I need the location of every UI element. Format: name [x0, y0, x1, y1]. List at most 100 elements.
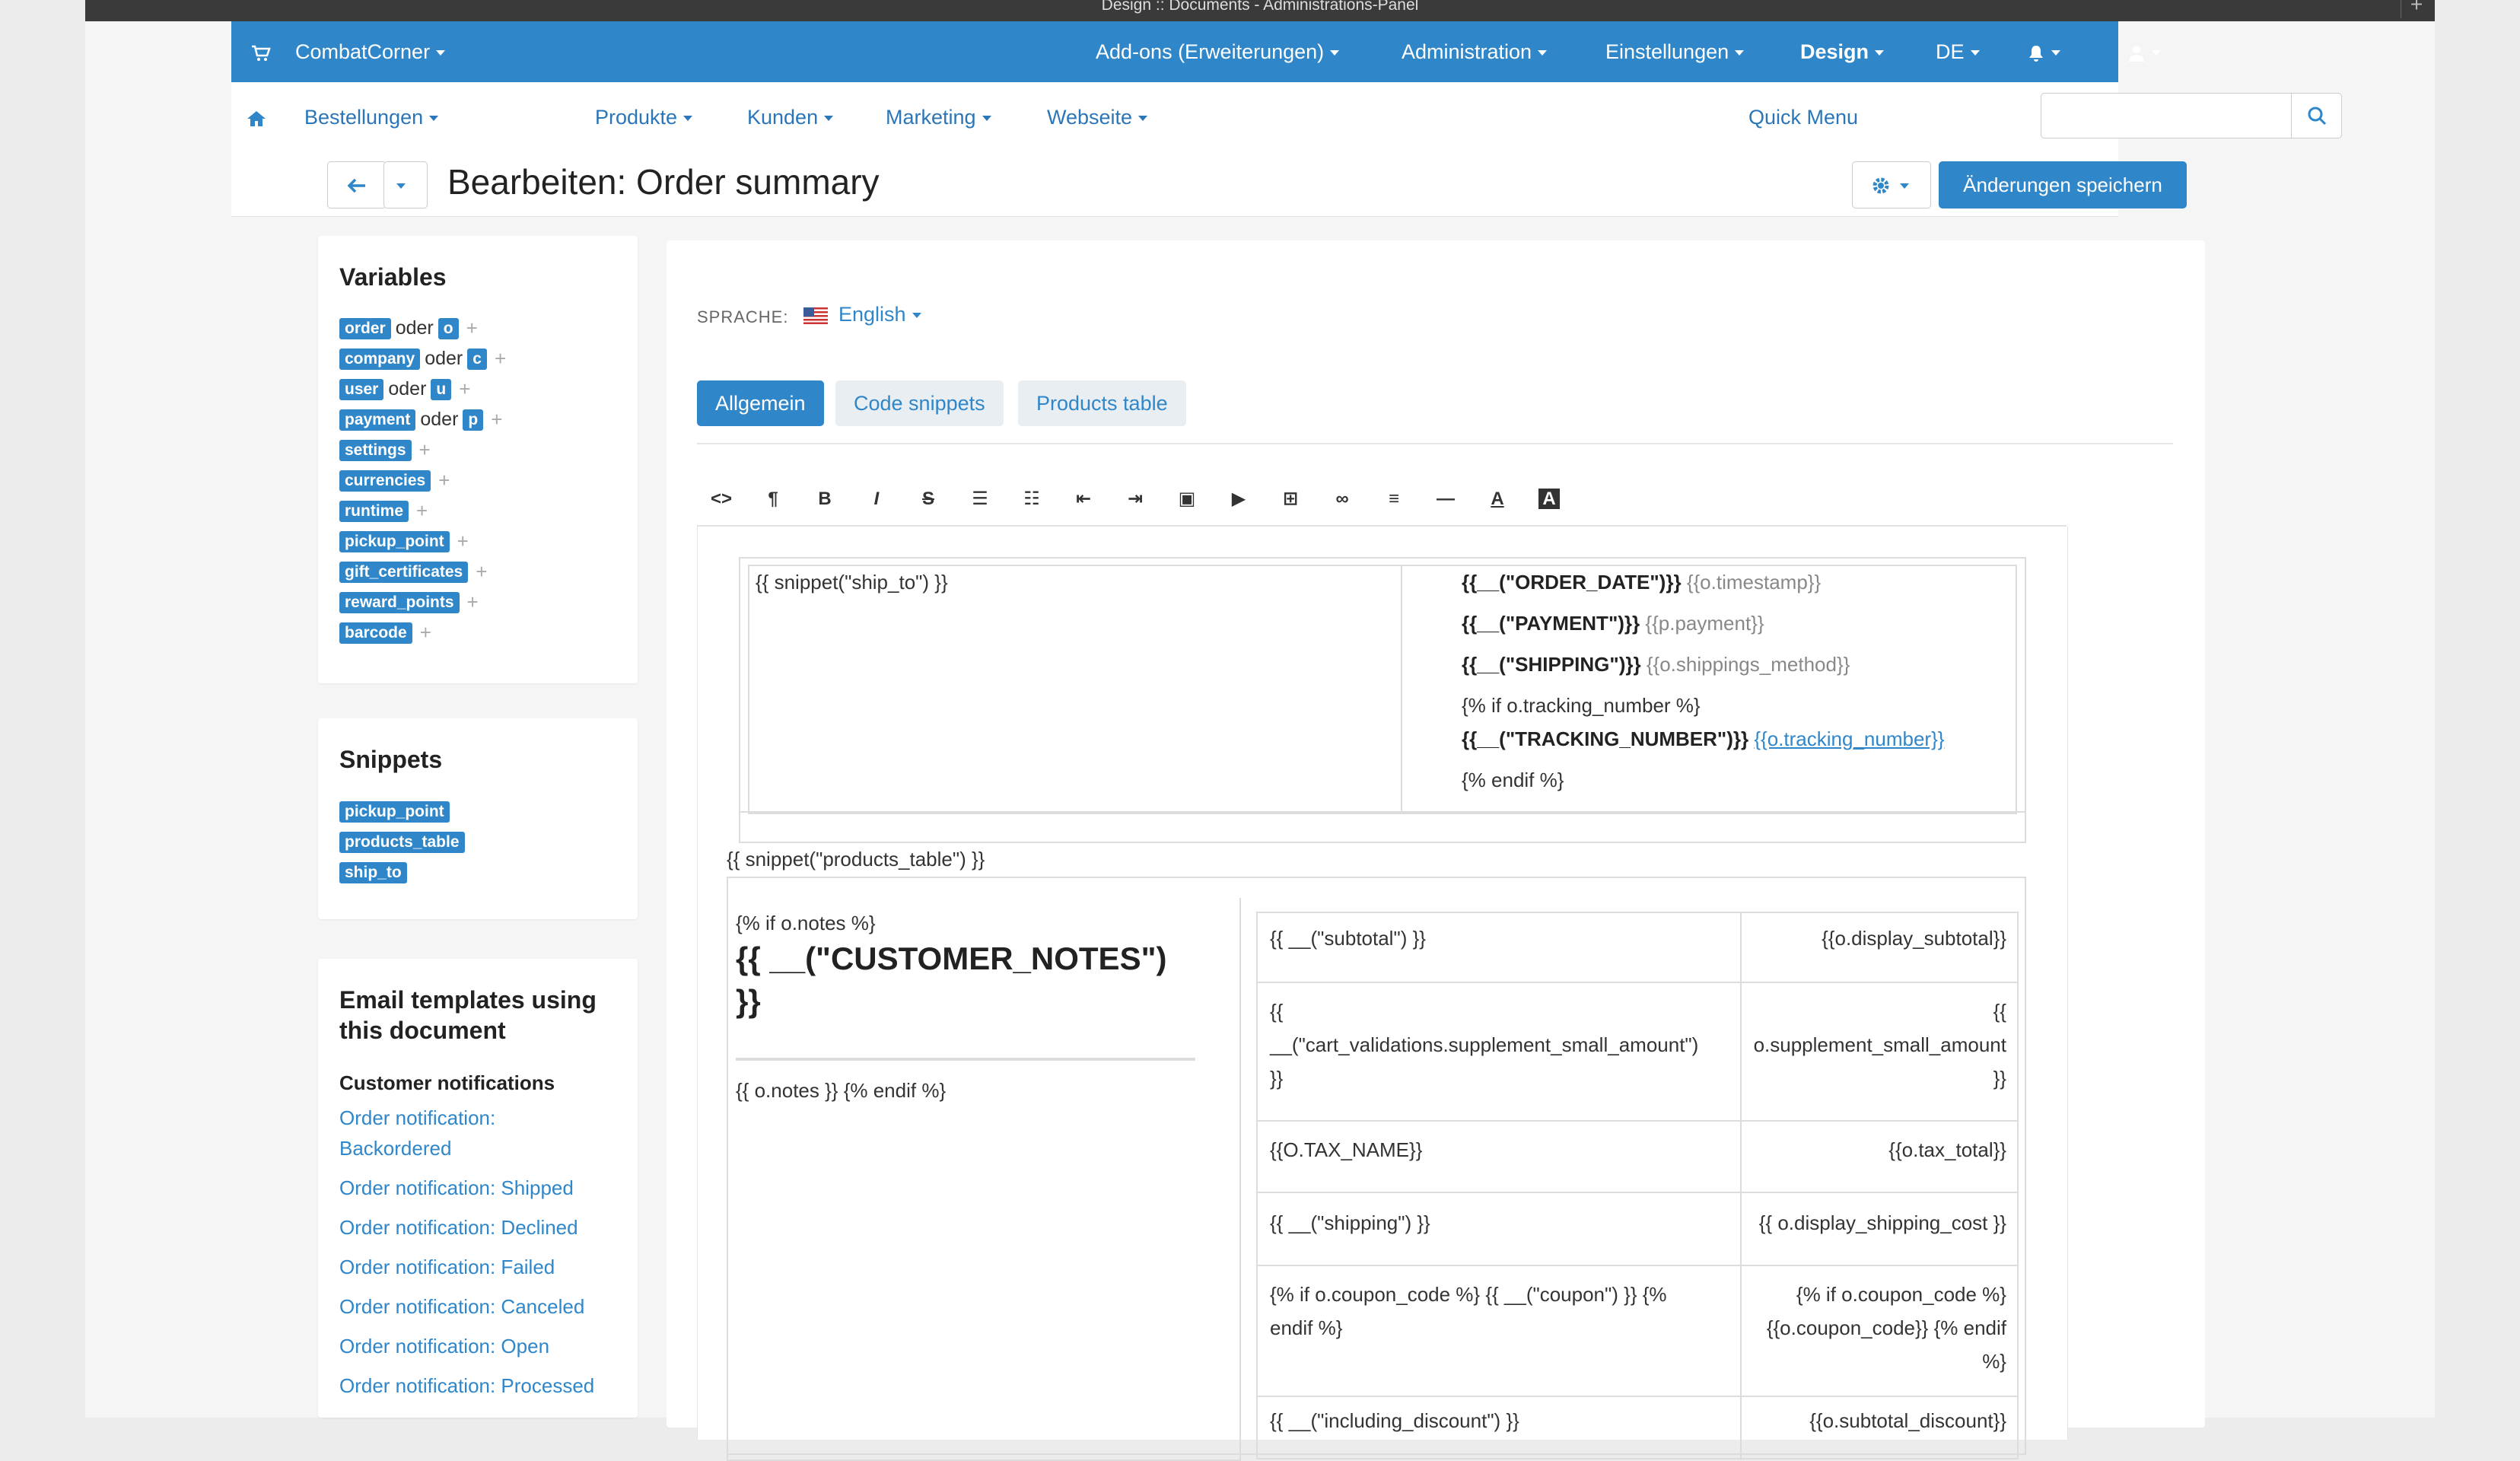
- variable-tag[interactable]: currencies: [339, 469, 431, 492]
- quick-menu-link[interactable]: Quick Menu: [1748, 82, 1858, 152]
- add-icon[interactable]: +: [416, 499, 428, 522]
- variable-row: settings +: [339, 438, 431, 464]
- strikethrough-icon[interactable]: S: [913, 484, 943, 514]
- history-dropdown-button[interactable]: [383, 161, 428, 208]
- discount-value: {{o.subtotal_discount}}: [1809, 1409, 2006, 1432]
- search-button[interactable]: [2292, 93, 2342, 138]
- menu-addons[interactable]: Add-ons (Erweiterungen): [1096, 21, 1340, 82]
- add-icon[interactable]: +: [466, 317, 478, 339]
- save-button[interactable]: Änderungen speichern: [1939, 161, 2187, 208]
- align-icon[interactable]: ≡: [1379, 484, 1409, 514]
- supplement-value-2: o.supplement_small_amount: [1753, 1033, 2006, 1056]
- menu-design[interactable]: Design: [1800, 21, 1885, 82]
- nav-produkte[interactable]: Produkte: [595, 82, 693, 152]
- table-icon[interactable]: ⊞: [1275, 484, 1306, 514]
- notes-rule: [736, 1058, 1195, 1061]
- template-link[interactable]: Order notification: Declined: [339, 1216, 578, 1240]
- tab-allgemein[interactable]: Allgemein: [697, 380, 824, 426]
- ordered-list-icon[interactable]: ☷: [1017, 484, 1047, 514]
- search-input[interactable]: [2041, 93, 2292, 138]
- menu-design-label: Design: [1800, 40, 1869, 63]
- italic-icon[interactable]: I: [861, 484, 892, 514]
- back-button[interactable]: [327, 161, 387, 208]
- menu-einstellungen[interactable]: Einstellungen: [1605, 21, 1745, 82]
- menu-language[interactable]: DE: [1936, 21, 1980, 82]
- snippet-tag[interactable]: products_table: [339, 832, 465, 854]
- nav-bestellungen[interactable]: Bestellungen: [304, 82, 439, 152]
- shipping-value: {{o.shippings_method}}: [1646, 653, 1850, 676]
- settings-dropdown-button[interactable]: [1852, 161, 1931, 208]
- link-icon[interactable]: ∞: [1327, 484, 1357, 514]
- variable-alias-tag[interactable]: u: [431, 378, 452, 400]
- image-icon[interactable]: ▣: [1172, 484, 1202, 514]
- notes-value-line: {{ o.notes }} {% endif %}: [736, 1079, 947, 1102]
- customer-notes-heading-2: }}: [736, 983, 761, 1019]
- variable-tag[interactable]: company: [339, 348, 421, 370]
- order-date-value: {{o.timestamp}}: [1686, 571, 1822, 594]
- indent-icon[interactable]: ⇥: [1120, 484, 1150, 514]
- order-date-line: {{__("ORDER_DATE")}} {{o.timestamp}}: [1462, 571, 1821, 594]
- video-icon[interactable]: ▶: [1223, 484, 1254, 514]
- shipping-label: {{__("SHIPPING")}}: [1462, 653, 1641, 676]
- variable-tag[interactable]: settings: [339, 439, 412, 461]
- variable-alias-tag[interactable]: p: [463, 409, 484, 431]
- bell-icon[interactable]: [2027, 21, 2060, 82]
- variable-tag[interactable]: runtime: [339, 500, 409, 522]
- code-icon[interactable]: <>: [706, 484, 737, 514]
- subtotal-label: {{ __("subtotal") }}: [1270, 927, 1426, 950]
- variable-alias-tag[interactable]: c: [467, 348, 487, 370]
- template-link[interactable]: Backordered: [339, 1137, 451, 1160]
- template-link[interactable]: Order notification: Failed: [339, 1256, 555, 1279]
- store-selector[interactable]: CombatCorner: [295, 21, 446, 82]
- document-editor[interactable]: {{ snippet("ship_to") }} {{__("ORDER_DAT…: [697, 527, 2068, 1461]
- tracking-value-link[interactable]: {{o.tracking_number}}: [1754, 727, 1944, 750]
- outdent-icon[interactable]: ⇤: [1068, 484, 1099, 514]
- add-icon[interactable]: +: [476, 560, 487, 583]
- add-icon[interactable]: +: [459, 377, 470, 400]
- cart-icon[interactable]: [251, 21, 271, 82]
- variable-tag[interactable]: gift_certificates: [339, 561, 469, 583]
- template-link[interactable]: Order notification: Processed: [339, 1374, 594, 1398]
- nav-marketing[interactable]: Marketing: [886, 82, 991, 152]
- variable-tag[interactable]: reward_points: [339, 591, 460, 613]
- template-link[interactable]: Order notification:: [339, 1106, 495, 1130]
- nav-marketing-label: Marketing: [886, 106, 976, 129]
- add-icon[interactable]: +: [495, 347, 506, 370]
- variable-tag[interactable]: payment: [339, 409, 416, 431]
- tab-products-table[interactable]: Products table: [1018, 380, 1186, 426]
- variable-tag[interactable]: barcode: [339, 622, 412, 644]
- variable-tag[interactable]: user: [339, 378, 384, 400]
- snippet-tag[interactable]: pickup_point: [339, 801, 450, 823]
- snippet-tag[interactable]: ship_to: [339, 862, 407, 884]
- paragraph-icon[interactable]: ¶: [758, 484, 788, 514]
- bold-icon[interactable]: B: [810, 484, 840, 514]
- products-table-snippet: {{ snippet("products_table") }}: [727, 848, 985, 871]
- add-icon[interactable]: +: [491, 408, 502, 431]
- nav-webseite[interactable]: Webseite: [1047, 82, 1148, 152]
- language-selector[interactable]: English: [803, 303, 921, 326]
- home-icon[interactable]: [247, 82, 266, 152]
- tab-code-snippets[interactable]: Code snippets: [835, 380, 1004, 426]
- user-icon[interactable]: [2127, 21, 2161, 82]
- nav-kunden[interactable]: Kunden: [747, 82, 834, 152]
- variable-alias-tag[interactable]: o: [438, 317, 459, 339]
- template-link[interactable]: Order notification: Open: [339, 1335, 549, 1358]
- new-tab-button[interactable]: +: [2401, 0, 2432, 18]
- template-link[interactable]: Order notification: Canceled: [339, 1295, 584, 1319]
- coupon-value-1: {% if o.coupon_code %}: [1796, 1283, 2006, 1306]
- variable-tag[interactable]: pickup_point: [339, 530, 450, 552]
- add-icon[interactable]: +: [457, 530, 469, 552]
- add-icon[interactable]: +: [438, 469, 450, 492]
- unordered-list-icon[interactable]: ☰: [965, 484, 995, 514]
- font-color-icon[interactable]: A: [1482, 484, 1513, 514]
- menu-administration[interactable]: Administration: [1402, 21, 1548, 82]
- variable-tag[interactable]: order: [339, 317, 391, 339]
- template-link[interactable]: Order notification: Shipped: [339, 1176, 574, 1200]
- add-icon[interactable]: +: [420, 621, 431, 644]
- horizontal-rule-icon[interactable]: —: [1430, 484, 1461, 514]
- add-icon[interactable]: +: [467, 590, 479, 613]
- variable-row: reward_points +: [339, 590, 479, 616]
- variable-row: order oder o +: [339, 317, 478, 342]
- background-color-icon[interactable]: A: [1534, 484, 1564, 514]
- add-icon[interactable]: +: [419, 438, 431, 461]
